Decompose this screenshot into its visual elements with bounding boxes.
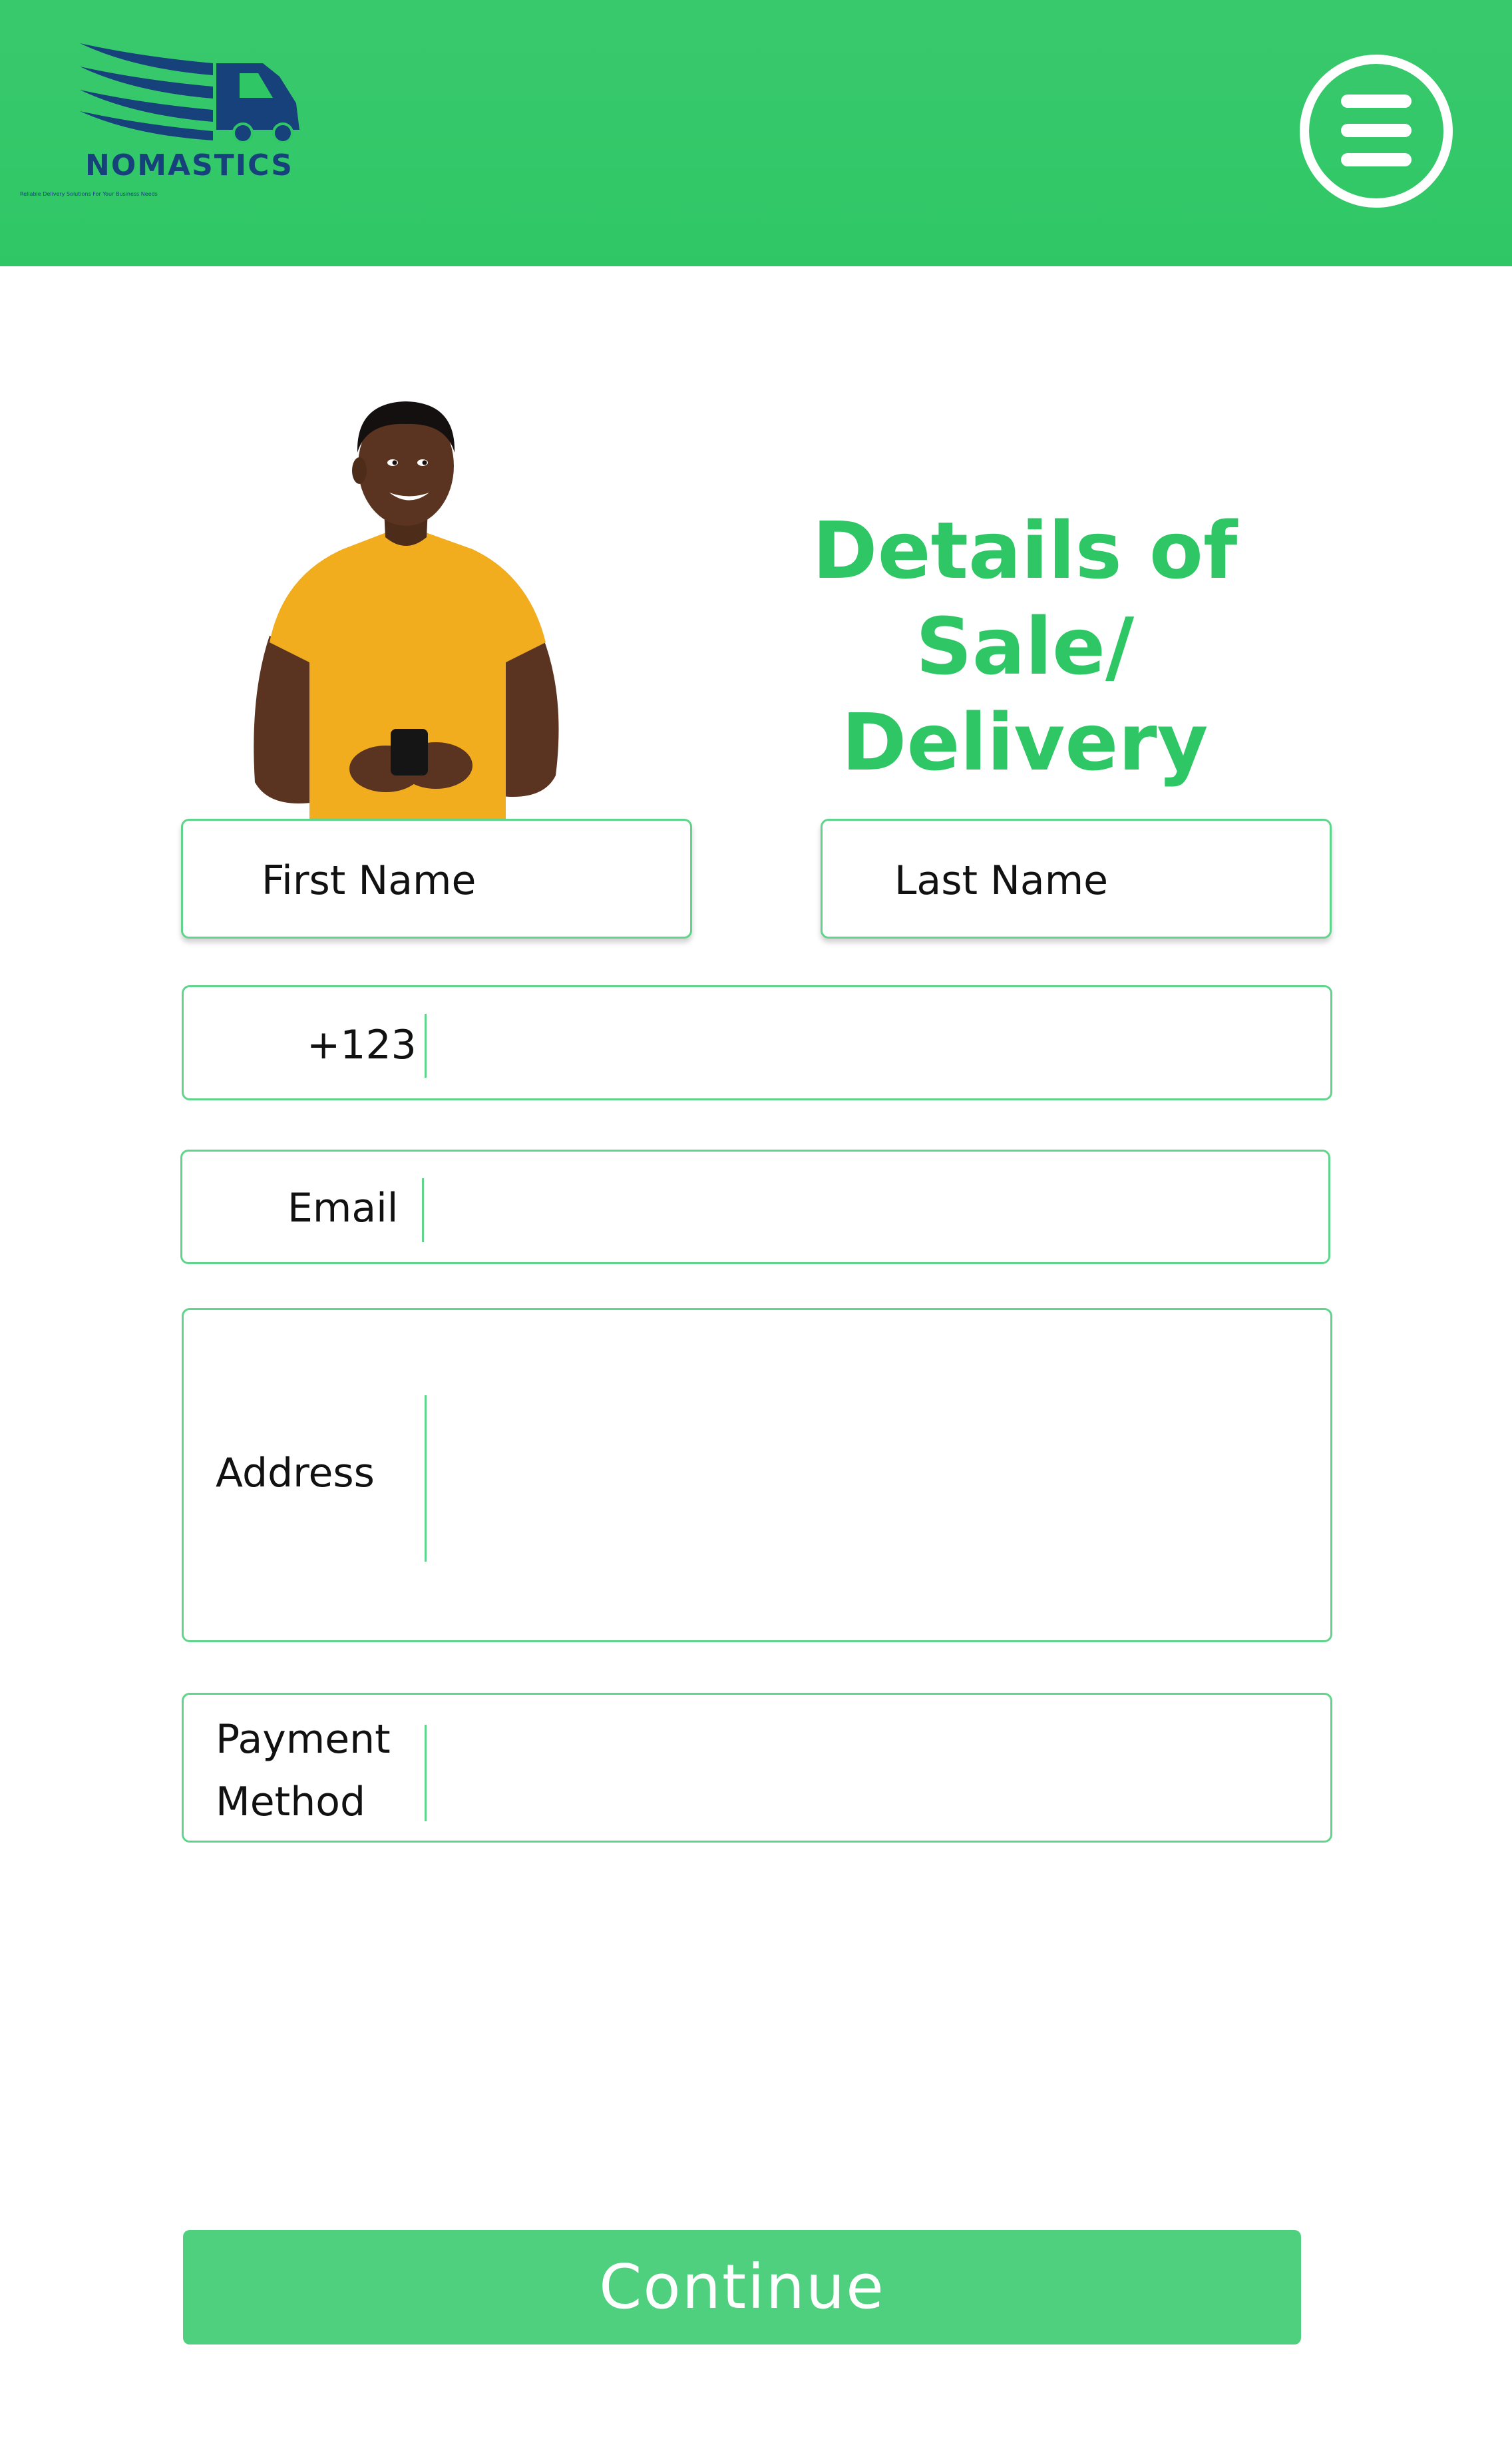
payment-method-label-line-1: Payment [216, 1716, 391, 1763]
app-header: NOMASTICS Reliable Delivery Solutions Fo… [0, 0, 1512, 266]
brand-tagline: Reliable Delivery Solutions For Your Bus… [20, 191, 158, 197]
email-label: Email [287, 1185, 399, 1231]
address-label: Address [216, 1450, 375, 1496]
brand-name: NOMASTICS [85, 148, 293, 182]
email-field[interactable]: Email [180, 1150, 1330, 1264]
last-name-placeholder: Last Name [894, 857, 1109, 904]
page-title-line-2: Delivery [841, 696, 1209, 788]
menu-bar [1341, 153, 1412, 166]
continue-button[interactable]: Continue [183, 2230, 1301, 2344]
phone-field[interactable]: +123 [182, 985, 1332, 1100]
brand-logo[interactable]: NOMASTICS Reliable Delivery Solutions Fo… [20, 37, 366, 210]
first-name-placeholder: First Name [262, 857, 476, 904]
page-title-line-1: Details of Sale/ [812, 505, 1238, 692]
field-divider [425, 1395, 427, 1562]
payment-method-field[interactable]: Payment Method [182, 1693, 1332, 1843]
delivery-truck-icon [80, 43, 299, 143]
address-field[interactable]: Address [182, 1308, 1332, 1642]
hero-person-image [254, 401, 559, 819]
field-divider [425, 1014, 427, 1078]
page-title: Details of Sale/ Delivery [699, 503, 1351, 790]
menu-bar [1341, 95, 1412, 108]
menu-bar [1341, 124, 1412, 137]
hamburger-menu-icon[interactable] [1300, 55, 1453, 208]
payment-method-label-line-2: Method [216, 1779, 366, 1825]
field-divider [422, 1178, 424, 1242]
payment-method-label: Payment Method [216, 1708, 415, 1833]
last-name-field[interactable]: Last Name [821, 819, 1332, 939]
field-divider [425, 1725, 427, 1821]
first-name-field[interactable]: First Name [181, 819, 692, 939]
phone-country-code: +123 [307, 1022, 417, 1068]
